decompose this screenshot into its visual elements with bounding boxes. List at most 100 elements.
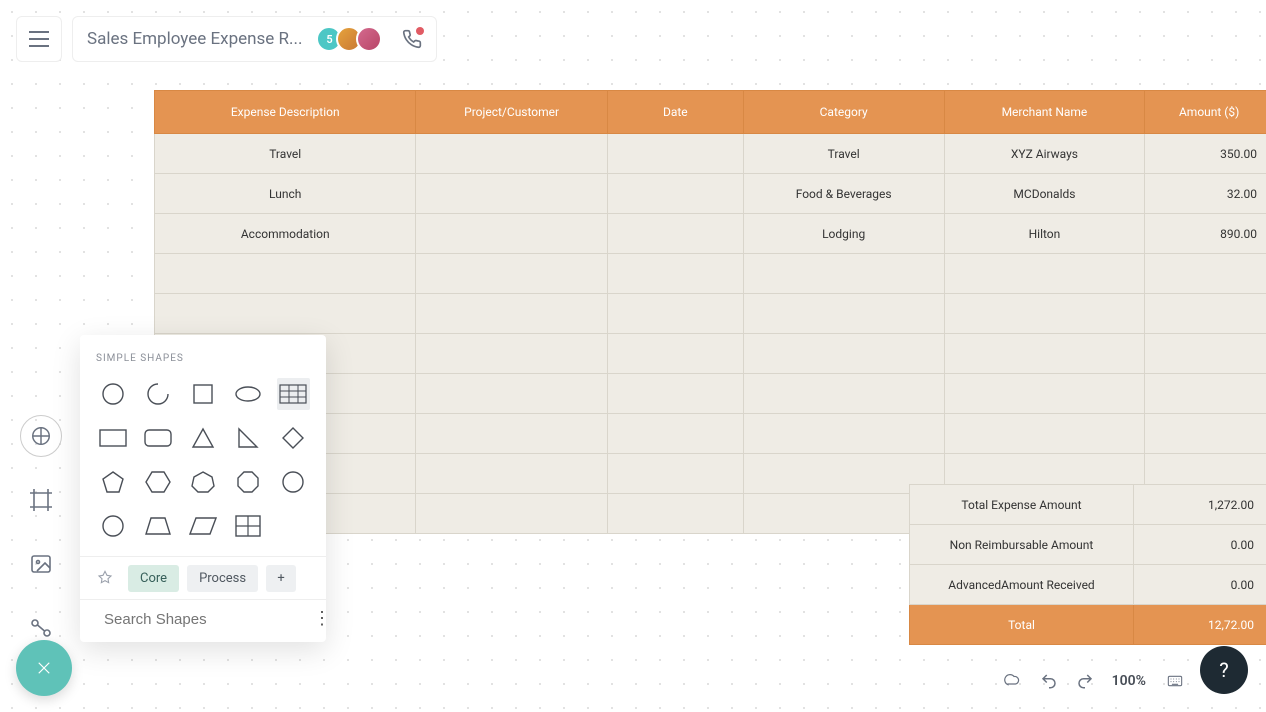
table-cell[interactable]: Lodging (743, 214, 944, 254)
summary-row[interactable]: AdvancedAmount Received0.00 (910, 565, 1266, 605)
table-cell[interactable] (607, 494, 743, 534)
table-cell[interactable] (607, 414, 743, 454)
image-tool-icon[interactable] (20, 543, 62, 585)
redo-icon[interactable] (1076, 672, 1094, 690)
table-cell[interactable] (1145, 334, 1266, 374)
summary-row[interactable]: Total12,72.00 (910, 605, 1266, 645)
table-cell[interactable] (416, 134, 607, 174)
table-cell[interactable] (416, 254, 607, 294)
tab-process[interactable]: Process (187, 565, 258, 592)
document-title[interactable]: Sales Employee Expense R... (87, 29, 302, 49)
pentagon-icon[interactable] (96, 466, 129, 498)
table-row[interactable] (155, 254, 1266, 294)
table-cell[interactable] (944, 254, 1145, 294)
more-options-icon[interactable]: ⋮ (313, 614, 331, 624)
table-cell[interactable] (1145, 374, 1266, 414)
zoom-level[interactable]: 100% (1112, 673, 1146, 689)
table-cell[interactable] (944, 334, 1145, 374)
table-cell[interactable] (743, 254, 944, 294)
table-header[interactable]: Amount ($) (1145, 91, 1266, 134)
table-row[interactable]: Accommodation LodgingHilton890.00 (155, 214, 1266, 254)
right-triangle-icon[interactable] (232, 422, 265, 454)
table-cell[interactable]: Food & Beverages (743, 174, 944, 214)
decagon-icon[interactable] (96, 510, 129, 542)
table-cell[interactable]: MCDonalds (944, 174, 1145, 214)
table-cell[interactable] (743, 374, 944, 414)
table-header[interactable]: Category (743, 91, 944, 134)
ellipse-icon[interactable] (232, 378, 265, 410)
summary-row[interactable]: Total Expense Amount1,272.00 (910, 485, 1266, 525)
nonagon-icon[interactable] (277, 466, 310, 498)
table-cell[interactable] (155, 254, 416, 294)
table-cell[interactable] (607, 134, 743, 174)
table-header[interactable]: Project/Customer (416, 91, 607, 134)
square-icon[interactable] (186, 378, 219, 410)
table-cell[interactable]: Travel (155, 134, 416, 174)
table-cell[interactable] (607, 214, 743, 254)
table-cell[interactable] (416, 214, 607, 254)
table-cell[interactable] (607, 454, 743, 494)
table-cell[interactable]: 350.00 (1145, 134, 1266, 174)
table-cell[interactable] (155, 294, 416, 334)
table-cell[interactable]: Travel (743, 134, 944, 174)
rounded-rect-icon[interactable] (141, 422, 174, 454)
circle-icon[interactable] (96, 378, 129, 410)
rectangle-icon[interactable] (96, 422, 129, 454)
table-cell[interactable] (944, 414, 1145, 454)
table-cell[interactable]: Lunch (155, 174, 416, 214)
summary-row[interactable]: Non Reimbursable Amount0.00 (910, 525, 1266, 565)
table-cell[interactable] (1145, 254, 1266, 294)
table-header[interactable]: Expense Description (155, 91, 416, 134)
menu-button[interactable] (16, 16, 62, 62)
table-cell[interactable]: 32.00 (1145, 174, 1266, 214)
close-panel-fab[interactable] (16, 640, 72, 696)
help-fab[interactable]: ? (1200, 646, 1248, 694)
table-cell[interactable] (607, 174, 743, 214)
table-cell[interactable] (416, 334, 607, 374)
table-cell[interactable] (607, 254, 743, 294)
triangle-icon[interactable] (186, 422, 219, 454)
table-cell[interactable] (1145, 414, 1266, 454)
sync-icon[interactable] (1000, 672, 1022, 690)
hexagon-icon[interactable] (141, 466, 174, 498)
keyboard-icon[interactable] (1164, 673, 1186, 689)
table-cell[interactable] (416, 414, 607, 454)
pin-icon[interactable] (90, 563, 120, 593)
parallelogram-icon[interactable] (186, 510, 219, 542)
table-cell[interactable] (607, 374, 743, 414)
table-cell[interactable]: Accommodation (155, 214, 416, 254)
frame-tool-icon[interactable] (20, 479, 62, 521)
table-row[interactable]: TravelTravelXYZ Airways350.00 (155, 134, 1266, 174)
table-cell[interactable] (1145, 294, 1266, 334)
table-cell[interactable]: Hilton (944, 214, 1145, 254)
arc-icon[interactable] (141, 378, 174, 410)
call-icon[interactable] (402, 29, 422, 49)
octagon-icon[interactable] (232, 466, 265, 498)
table-cell[interactable] (944, 374, 1145, 414)
avatar[interactable] (356, 26, 382, 52)
table-cell[interactable] (416, 374, 607, 414)
table-cell[interactable] (607, 334, 743, 374)
summary-table[interactable]: Total Expense Amount1,272.00Non Reimburs… (909, 484, 1266, 645)
add-library-button[interactable]: + (266, 565, 296, 592)
diamond-icon[interactable] (277, 422, 310, 454)
table-cell[interactable] (416, 454, 607, 494)
table-cell[interactable] (607, 294, 743, 334)
table-header[interactable]: Date (607, 91, 743, 134)
trapezoid-icon[interactable] (141, 510, 174, 542)
table-cell[interactable] (416, 494, 607, 534)
table-cell[interactable]: 890.00 (1145, 214, 1266, 254)
table-cell[interactable] (743, 414, 944, 454)
heptagon-icon[interactable] (186, 466, 219, 498)
table-cell[interactable] (743, 334, 944, 374)
undo-icon[interactable] (1040, 672, 1058, 690)
table-row[interactable] (155, 294, 1266, 334)
tab-core[interactable]: Core (128, 565, 179, 592)
shapes-tool-icon[interactable] (20, 415, 62, 457)
table-cell[interactable]: XYZ Airways (944, 134, 1145, 174)
table-cell[interactable] (416, 174, 607, 214)
table-row[interactable]: Lunch Food & BeveragesMCDonalds32.00 (155, 174, 1266, 214)
grid-shape-icon[interactable] (232, 510, 265, 542)
table-cell[interactable] (416, 294, 607, 334)
search-shapes-input[interactable] (104, 611, 303, 628)
